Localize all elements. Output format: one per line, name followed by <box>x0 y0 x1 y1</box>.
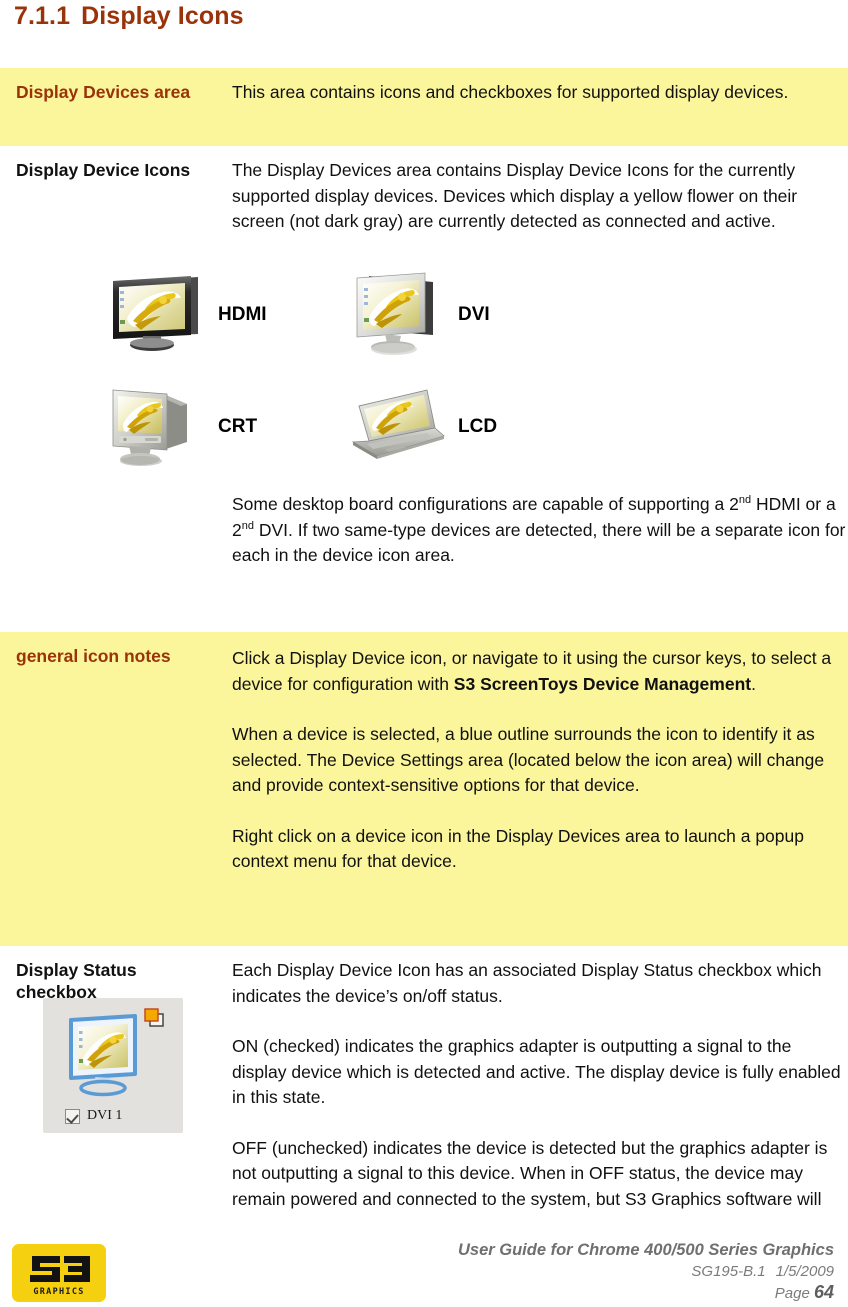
product-name: S3 ScreenToys Device Management <box>453 673 752 694</box>
table-row-display-devices-area: Display Devices area This area contains … <box>0 68 848 146</box>
paragraph: Right click on a device icon in the Disp… <box>232 825 804 872</box>
section-number: 7.1.1 <box>14 2 71 30</box>
paragraph: The Display Devices area contains Displa… <box>232 160 798 231</box>
paragraph: ON (checked) indicates the graphics adap… <box>232 1036 841 1107</box>
paragraph: Click a Display Device icon, or navigate… <box>232 648 832 694</box>
table-row-display-status-checkbox: Display Status checkbox DVI 1 Each Displ… <box>0 946 848 1236</box>
device-icon-caption: DVI <box>458 304 490 325</box>
footer-doc-line: SG195-B.1 1/5/2009 <box>458 1261 834 1282</box>
document-page: 7.1.1 Display Icons Display Devices area … <box>0 0 848 1307</box>
footer-doc-id: SG195-B.1 <box>691 1263 766 1280</box>
footer-guide-title: User Guide for Chrome 400/500 Series Gra… <box>458 1241 834 1259</box>
dvi-display-icon <box>340 269 450 361</box>
row-body: This area contains icons and checkboxes … <box>232 80 844 106</box>
s3-graphics-logo: GRAPHICS <box>12 1244 106 1302</box>
paragraph: This area contains icons and checkboxes … <box>232 82 789 102</box>
device-icon-sample-grid: HDMI DVI CRT LCD <box>100 259 580 483</box>
footer-text-block: User Guide for Chrome 400/500 Series Gra… <box>458 1240 834 1304</box>
table-row-display-device-icons: Display Device Icons The Display Devices… <box>0 146 848 632</box>
hdmi-display-icon <box>100 269 210 361</box>
footer-page-number: 64 <box>813 1282 834 1302</box>
page-footer: GRAPHICS User Guide for Chrome 400/500 S… <box>0 1240 848 1307</box>
row-label: Display Device Icons <box>16 160 191 180</box>
paragraph: Some desktop board configurations are ca… <box>232 494 846 565</box>
footer-page-line: Page 64 <box>458 1282 834 1304</box>
row-label: general icon notes <box>16 646 171 666</box>
lcd-display-icon <box>340 381 450 473</box>
table-row-general-icon-notes: general icon notes Click a Display Devic… <box>0 632 848 946</box>
row-body: The Display Devices area contains Displa… <box>232 158 848 235</box>
selected-dvi-monitor-icon <box>61 1014 161 1111</box>
row-label: Display Status checkbox <box>16 960 137 1002</box>
footer-page-label: Page <box>774 1285 810 1302</box>
device-icon-caption: CRT <box>218 416 258 437</box>
row-body: Click a Display Device icon, or navigate… <box>232 646 844 875</box>
device-icon-row: CRT LCD <box>100 371 580 483</box>
footer-doc-date: 1/5/2009 <box>775 1263 834 1280</box>
device-icon-cell-dvi: DVI <box>340 269 580 361</box>
device-icon-cell-hdmi: HDMI <box>100 269 340 361</box>
paragraph: Each Display Device Icon has an associat… <box>232 960 822 1006</box>
device-icon-caption: HDMI <box>218 304 267 325</box>
paragraph: OFF (unchecked) indicates the device is … <box>232 1137 828 1209</box>
checkbox-label: DVI 1 <box>87 1108 123 1123</box>
display-status-checkbox[interactable]: DVI 1 <box>65 1108 122 1124</box>
row-body-secondary: Some desktop board configurations are ca… <box>232 492 848 569</box>
checkbox-checked-icon[interactable] <box>65 1108 80 1124</box>
crt-display-icon <box>100 381 210 473</box>
device-icon-cell-crt: CRT <box>100 381 340 473</box>
device-icon-cell-lcd: LCD <box>340 381 580 473</box>
page-title: 7.1.1 Display Icons <box>14 2 244 31</box>
ordinal-suffix: nd <box>738 494 752 507</box>
logo-wordmark: GRAPHICS <box>33 1287 84 1297</box>
row-label: Display Devices area <box>16 82 191 102</box>
ordinal-suffix: nd <box>241 519 254 532</box>
section-title: Display Icons <box>81 2 244 30</box>
device-icon-caption: LCD <box>458 416 498 437</box>
paragraph: When a device is selected, a blue outlin… <box>232 724 825 795</box>
display-status-checkbox-sample: DVI 1 <box>43 998 183 1133</box>
row-body: Each Display Device Icon has an associat… <box>232 958 848 1212</box>
device-icon-row: HDMI DVI <box>100 259 580 371</box>
